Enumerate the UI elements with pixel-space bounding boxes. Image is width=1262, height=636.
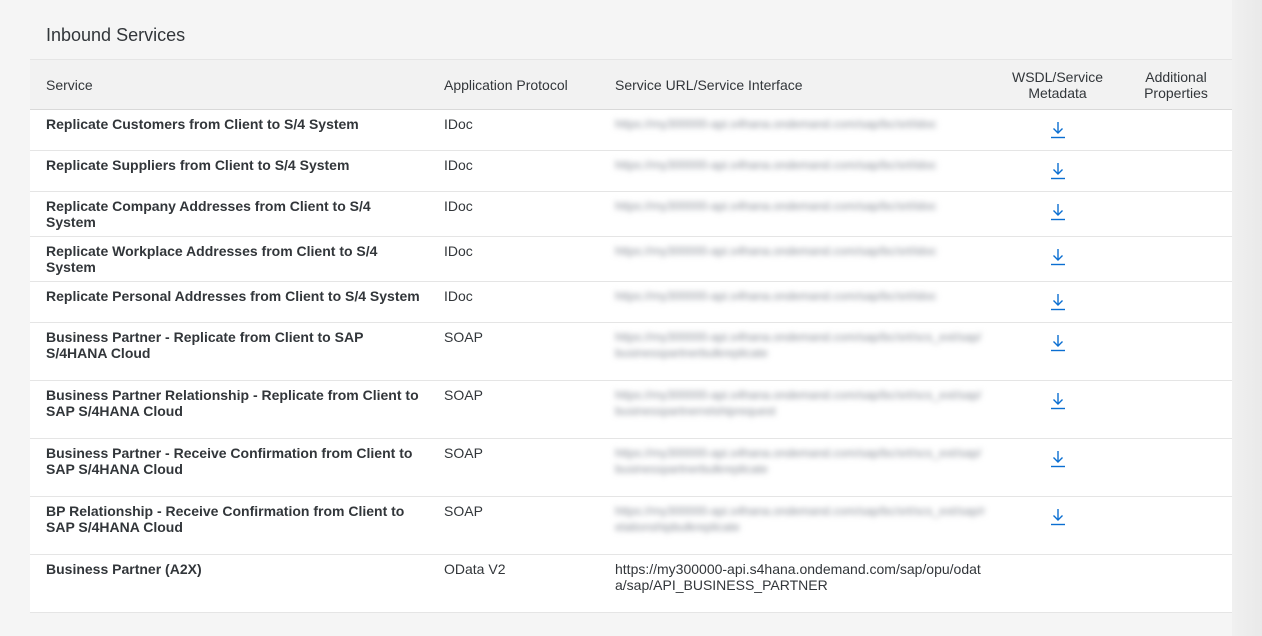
wsdl-metadata-cell — [995, 497, 1120, 555]
table-header-row: Service Application Protocol Service URL… — [30, 59, 1232, 110]
application-protocol-cell: SOAP — [444, 503, 483, 519]
application-protocol-cell: SOAP — [444, 329, 483, 345]
download-icon[interactable] — [1049, 247, 1067, 267]
wsdl-metadata-cell — [995, 381, 1120, 439]
application-protocol-cell: IDoc — [444, 243, 473, 259]
additional-properties-cell — [1120, 555, 1232, 613]
download-icon[interactable] — [1049, 202, 1067, 222]
service-url-cell: https://my300000-api.s4hana.ondemand.com… — [599, 237, 995, 282]
column-header-protocol[interactable]: Application Protocol — [428, 59, 599, 110]
service-url-cell: https://my300000-api.s4hana.ondemand.com… — [599, 497, 995, 555]
additional-properties-cell — [1120, 282, 1232, 323]
download-icon[interactable] — [1049, 449, 1067, 469]
application-protocol-cell: SOAP — [444, 387, 483, 403]
download-icon[interactable] — [1049, 292, 1067, 312]
download-icon[interactable] — [1049, 391, 1067, 411]
additional-properties-cell — [1120, 323, 1232, 381]
table-row[interactable]: Business Partner (A2X) OData V2 https://my… — [30, 554, 1232, 613]
service-url-redacted: https://my300000-api.s4hana.ondemand.com… — [615, 244, 937, 258]
service-url-cell: https://my300000-api.s4hana.ondemand.com… — [599, 151, 995, 192]
additional-properties-cell — [1120, 439, 1232, 497]
wsdl-metadata-cell — [995, 323, 1120, 381]
column-header-wsdl[interactable]: WSDL/Service Metadata — [995, 59, 1120, 110]
service-name-cell: Replicate Company Addresses from Client … — [46, 198, 371, 230]
service-name-cell: Replicate Personal Addresses from Client… — [46, 288, 420, 304]
table-row[interactable]: Business Partner - Receive Confirmation … — [30, 438, 1232, 497]
wsdl-metadata-cell — [995, 110, 1120, 151]
application-protocol-cell: IDoc — [444, 198, 473, 214]
wsdl-metadata-cell — [995, 237, 1120, 282]
wsdl-metadata-cell — [995, 439, 1120, 497]
service-url-redacted: https://my300000-api.s4hana.ondemand.com… — [615, 504, 986, 534]
service-name-cell: Replicate Workplace Addresses from Clien… — [46, 243, 378, 275]
column-header-additional-properties[interactable]: Additional Properties — [1120, 59, 1232, 110]
additional-properties-cell — [1120, 192, 1232, 237]
service-name-cell: Business Partner Relationship - Replicat… — [46, 387, 419, 419]
service-name-cell: Business Partner - Replicate from Client… — [46, 329, 364, 361]
column-header-service[interactable]: Service — [30, 59, 428, 110]
service-url-redacted: https://my300000-api.s4hana.ondemand.com… — [615, 388, 982, 418]
service-url-cell: https://my300000-api.s4hana.ondemand.com… — [599, 439, 995, 497]
application-protocol-cell: IDoc — [444, 116, 473, 132]
wsdl-metadata-cell — [995, 555, 1120, 613]
additional-properties-cell — [1120, 381, 1232, 439]
table-row[interactable]: BP Relationship - Receive Confirmation f… — [30, 496, 1232, 555]
scrollbar-track[interactable] — [1232, 0, 1262, 636]
service-url-text: https://my300000-api.s4hana.ondemand.com… — [615, 561, 981, 593]
service-url-cell: https://my300000-api.s4hana.ondemand.com… — [599, 282, 995, 323]
table-row[interactable]: Replicate Personal Addresses from Client… — [30, 281, 1232, 323]
application-protocol-cell: IDoc — [444, 288, 473, 304]
service-url-redacted: https://my300000-api.s4hana.ondemand.com… — [615, 330, 982, 360]
service-name-cell: Business Partner (A2X) — [46, 561, 202, 577]
service-name-cell: Replicate Customers from Client to S/4 S… — [46, 116, 359, 132]
wsdl-metadata-cell — [995, 282, 1120, 323]
service-url-cell: https://my300000-api.s4hana.ondemand.com… — [599, 555, 995, 613]
table-row[interactable]: Business Partner - Replicate from Client… — [30, 322, 1232, 381]
table-row[interactable]: Business Partner Relationship - Replicat… — [30, 380, 1232, 439]
service-name-cell: Replicate Suppliers from Client to S/4 S… — [46, 157, 350, 173]
download-icon[interactable] — [1049, 120, 1067, 140]
service-url-redacted: https://my300000-api.s4hana.ondemand.com… — [615, 158, 937, 172]
service-url-cell: https://my300000-api.s4hana.ondemand.com… — [599, 323, 995, 381]
column-header-url[interactable]: Service URL/Service Interface — [599, 59, 995, 110]
inbound-services-table: Service Application Protocol Service URL… — [30, 59, 1232, 613]
download-icon[interactable] — [1049, 333, 1067, 353]
table-row[interactable]: Replicate Company Addresses from Client … — [30, 191, 1232, 237]
application-protocol-cell: SOAP — [444, 445, 483, 461]
section-title: Inbound Services — [46, 25, 186, 45]
download-icon[interactable] — [1049, 161, 1067, 181]
application-protocol-cell: OData V2 — [444, 561, 506, 577]
service-url-redacted: https://my300000-api.s4hana.ondemand.com… — [615, 199, 937, 213]
service-name-cell: Business Partner - Receive Confirmation … — [46, 445, 413, 477]
table-row[interactable]: Replicate Suppliers from Client to S/4 S… — [30, 150, 1232, 192]
service-name-cell: BP Relationship - Receive Confirmation f… — [46, 503, 405, 535]
additional-properties-cell — [1120, 497, 1232, 555]
service-url-cell: https://my300000-api.s4hana.ondemand.com… — [599, 192, 995, 237]
wsdl-metadata-cell — [995, 151, 1120, 192]
service-url-cell: https://my300000-api.s4hana.ondemand.com… — [599, 110, 995, 151]
service-url-redacted: https://my300000-api.s4hana.ondemand.com… — [615, 446, 982, 476]
additional-properties-cell — [1120, 110, 1232, 151]
table-row[interactable]: Replicate Customers from Client to S/4 S… — [30, 109, 1232, 151]
table-row[interactable]: Replicate Workplace Addresses from Clien… — [30, 236, 1232, 282]
service-url-redacted: https://my300000-api.s4hana.ondemand.com… — [615, 289, 937, 303]
application-protocol-cell: IDoc — [444, 157, 473, 173]
service-url-cell: https://my300000-api.s4hana.ondemand.com… — [599, 381, 995, 439]
download-icon[interactable] — [1049, 507, 1067, 527]
wsdl-metadata-cell — [995, 192, 1120, 237]
service-url-redacted: https://my300000-api.s4hana.ondemand.com… — [615, 117, 937, 131]
additional-properties-cell — [1120, 151, 1232, 192]
additional-properties-cell — [1120, 237, 1232, 282]
